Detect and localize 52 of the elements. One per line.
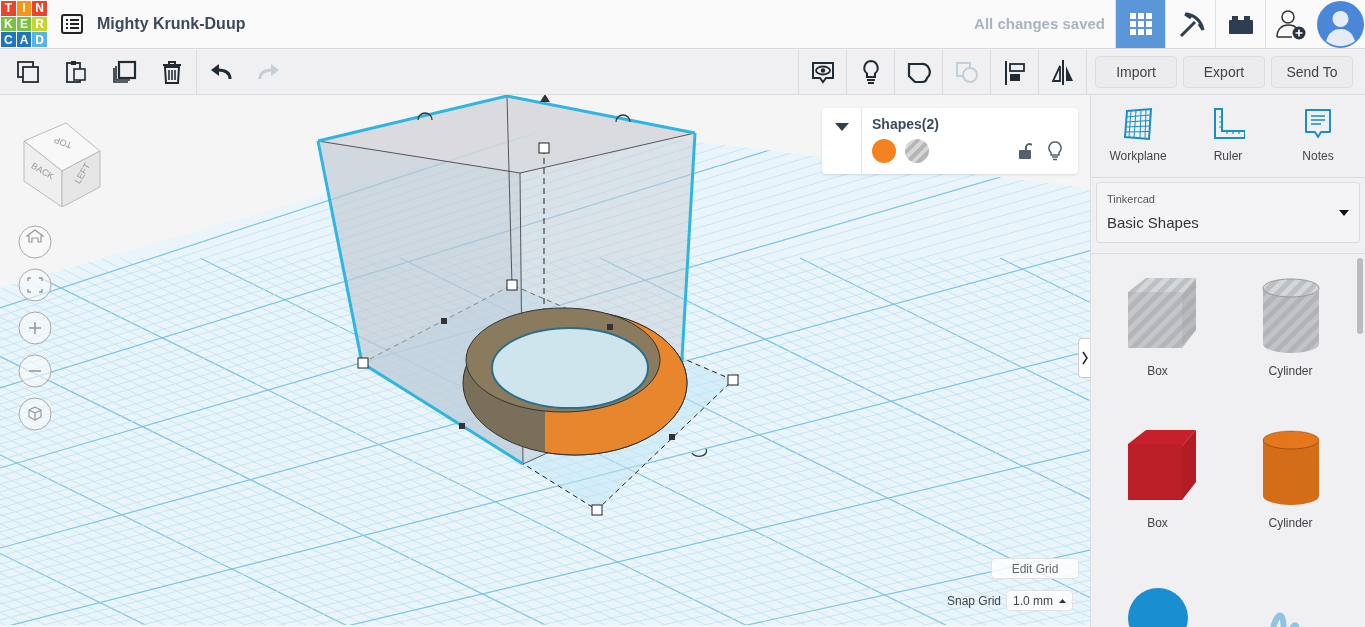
eye-bubble-icon (809, 59, 836, 85)
logo-letter: R (32, 16, 47, 32)
panel-toggle-tab[interactable] (1078, 338, 1090, 378)
lightbulb-icon[interactable] (1048, 141, 1062, 161)
logo-letter: K (1, 16, 16, 32)
panel-tool-button[interactable]: Workplane (1098, 107, 1178, 165)
copy-icon (15, 59, 41, 85)
logo-letter: N (32, 1, 47, 16)
shape-label: Cylinder (1268, 515, 1313, 532)
snap-grid-label: Snap Grid (947, 592, 1002, 610)
grid-plane-icon (1121, 107, 1155, 141)
library-name: Basic Shapes (1107, 212, 1200, 233)
hole-swatch[interactable] (905, 139, 929, 163)
shape-label: Cylinder (1268, 363, 1313, 380)
logo-letter: T (1, 1, 16, 16)
panel-tool-button[interactable]: Notes (1278, 107, 1358, 165)
shape-label: Box (1147, 363, 1168, 380)
panel-tool-button[interactable]: Ruler (1188, 107, 1268, 165)
chevron-right-icon (1081, 351, 1088, 365)
tinkercad-logo[interactable]: T I N K E R C A D (1, 1, 47, 47)
dropdown-caret-icon (1339, 209, 1349, 216)
caret-up-icon (1059, 598, 1067, 603)
library-dropdown[interactable]: Tinkercad Basic Shapes (1096, 182, 1360, 243)
library-source-label: Tinkercad (1107, 192, 1156, 207)
edit-grid-button[interactable]: Edit Grid (991, 558, 1079, 579)
file-action-button[interactable]: Export (1183, 56, 1265, 88)
collapse-caret-icon[interactable] (834, 123, 849, 132)
view-cube-label: TOP (52, 133, 75, 152)
logo-letter: E (16, 16, 32, 32)
logo-letter: C (1, 32, 16, 47)
menu-list-icon[interactable] (61, 14, 83, 34)
selected-shapes-drawing[interactable] (316, 95, 739, 516)
file-action-button[interactable]: Send To (1271, 56, 1353, 88)
square-circle-icon (953, 59, 980, 85)
unlocked-padlock-icon[interactable] (1018, 142, 1032, 160)
ruler-icon (1211, 107, 1245, 141)
file-action-button[interactable]: Import (1095, 56, 1177, 88)
inspector-title: Shapes(2) (872, 115, 940, 134)
logo-letter: I (16, 1, 32, 16)
user-avatar[interactable] (1316, 0, 1364, 48)
color-swatch[interactable] (872, 139, 896, 163)
mirror-icon (1049, 59, 1076, 85)
stacked-squares-icon (111, 59, 137, 85)
save-status: All changes saved (974, 13, 1105, 34)
snap-grid-dropdown[interactable]: 1.0 mm (1006, 590, 1074, 611)
scrollbar-thumb[interactable] (1357, 258, 1363, 334)
design-title[interactable]: Mighty Krunk-Duup (97, 0, 246, 48)
clipboard-icon (63, 59, 89, 85)
shape-label: Box (1147, 515, 1168, 532)
logo-letter: A (16, 32, 32, 47)
add-user-icon[interactable] (1273, 7, 1308, 41)
logo-letter: D (32, 32, 47, 47)
